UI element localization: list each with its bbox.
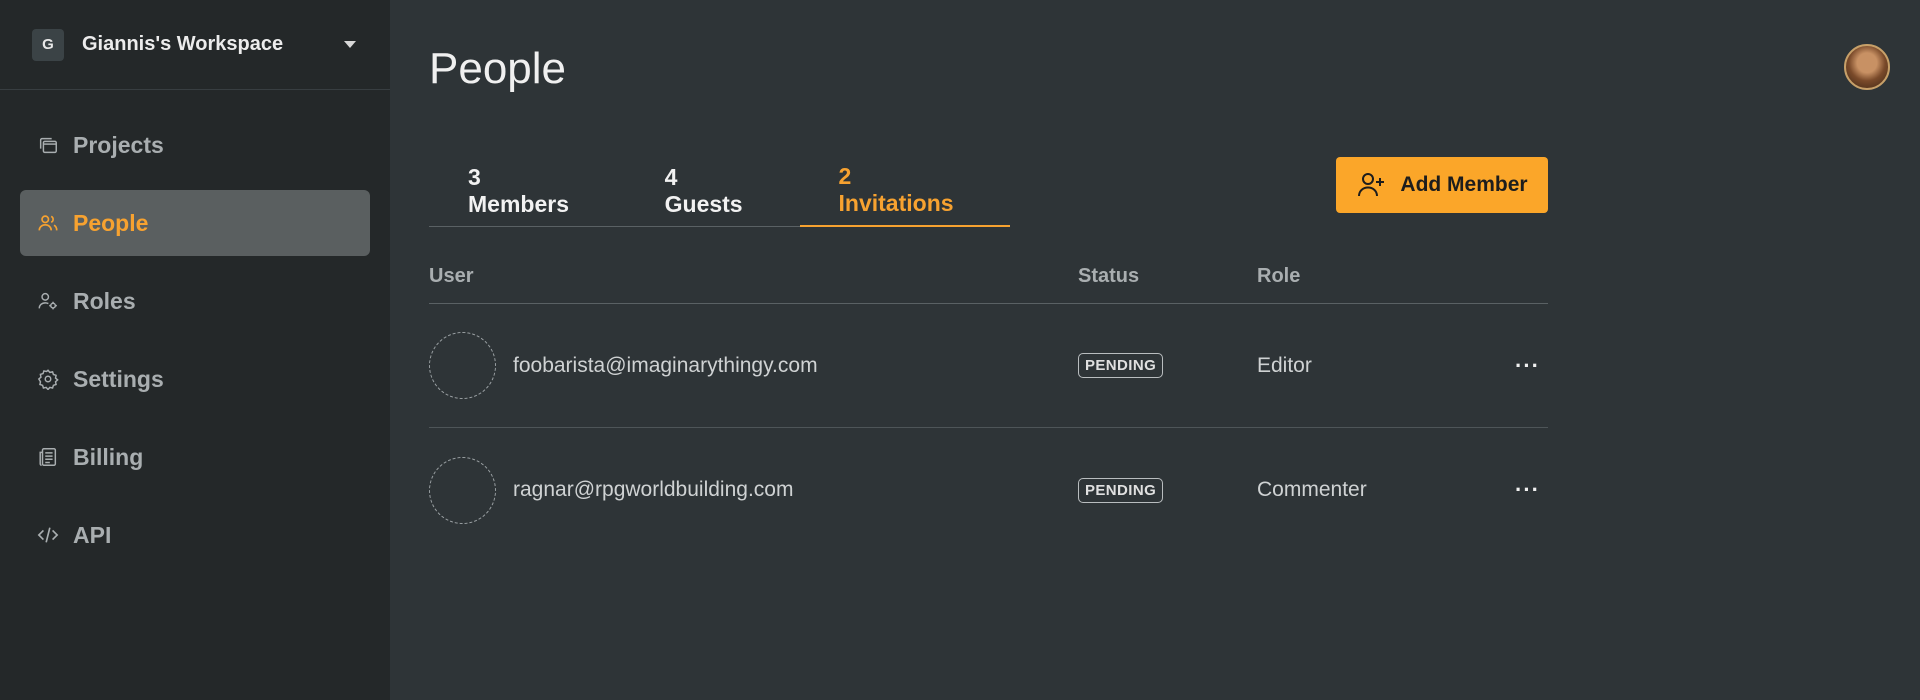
sidebar-item-api[interactable]: API: [20, 502, 370, 568]
tab-invitations[interactable]: 2 Invitations: [799, 155, 1010, 227]
sidebar-item-projects[interactable]: Projects: [20, 112, 370, 178]
workspace-name: Giannis's Workspace: [82, 33, 284, 55]
invitee-role: Editor: [1257, 353, 1312, 377]
more-actions-icon[interactable]: ···: [1515, 353, 1540, 379]
table-row: ragnar@rpgworldbuilding.com PENDING Comm…: [429, 428, 1548, 552]
add-member-button[interactable]: Add Member: [1336, 157, 1548, 213]
table-header: User Status Role: [429, 250, 1548, 304]
user-plus-icon: [1358, 173, 1385, 197]
sidebar-item-label: Settings: [73, 365, 164, 392]
user-avatar[interactable]: [1844, 44, 1890, 90]
caret-down-icon[interactable]: [344, 41, 356, 48]
more-actions-icon[interactable]: ···: [1515, 477, 1540, 503]
invitee-avatar-placeholder: [429, 332, 496, 399]
folders-icon: [37, 134, 59, 156]
tab-members[interactable]: 3 Members: [429, 155, 626, 227]
sidebar-item-label: People: [73, 209, 149, 236]
add-member-label: Add Member: [1400, 173, 1528, 196]
page-title: People: [429, 44, 567, 93]
code-icon: [37, 524, 59, 546]
main-content: People 3 Members 4 Guests 2 Invitations …: [390, 0, 1920, 700]
sidebar-item-label: Projects: [73, 131, 164, 158]
workspace-switcher[interactable]: G Giannis's Workspace: [0, 0, 390, 90]
sidebar-item-people[interactable]: People: [20, 190, 370, 256]
sidebar-nav: Projects People Roles Settings Billing A…: [0, 112, 390, 568]
gear-icon: [37, 368, 59, 390]
status-badge: PENDING: [1078, 353, 1164, 378]
invitee-role: Commenter: [1257, 478, 1367, 501]
status-badge: PENDING: [1078, 477, 1164, 503]
users-icon: [37, 212, 59, 234]
sidebar-item-label: Roles: [73, 287, 136, 314]
workspace-badge: G: [32, 28, 64, 61]
receipt-icon: [37, 446, 59, 468]
tab-guests[interactable]: 4 Guests: [626, 155, 800, 227]
sidebar: G Giannis's Workspace Projects People Ro…: [0, 0, 390, 700]
sidebar-item-roles[interactable]: Roles: [20, 268, 370, 334]
sidebar-item-label: API: [73, 521, 112, 548]
invitee-avatar-placeholder: [429, 456, 496, 524]
header-status: Status: [1078, 265, 1140, 287]
header-role: Role: [1257, 265, 1301, 287]
people-tabs: 3 Members 4 Guests 2 Invitations: [429, 155, 1010, 227]
sidebar-item-settings[interactable]: Settings: [20, 346, 370, 412]
sidebar-item-label: Billing: [73, 443, 144, 470]
sidebar-item-billing[interactable]: Billing: [20, 424, 370, 490]
header-user: User: [429, 265, 474, 287]
invitations-table: User Status Role foobarista@imaginarythi…: [429, 250, 1548, 552]
table-row: foobarista@imaginarythingy.com PENDING E…: [429, 304, 1548, 428]
invitee-email: foobarista@imaginarythingy.com: [513, 353, 818, 377]
user-gear-icon: [37, 290, 59, 312]
invitee-email: ragnar@rpgworldbuilding.com: [513, 478, 794, 501]
